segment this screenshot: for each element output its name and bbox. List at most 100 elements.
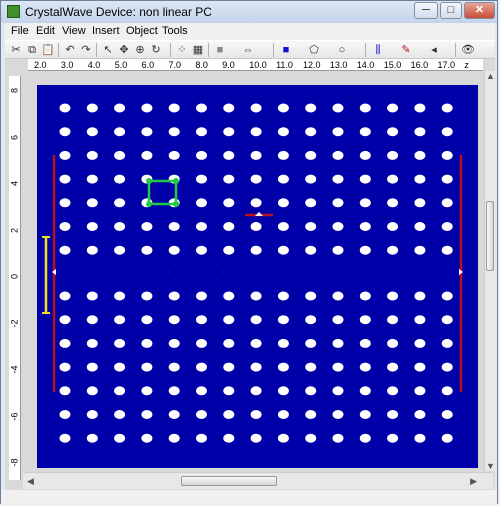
lattice-hole[interactable] [387,222,399,231]
lattice-hole[interactable] [305,338,317,348]
lattice-hole[interactable] [441,127,453,137]
lattice-hole[interactable] [114,103,126,113]
lattice-hole[interactable] [141,433,153,443]
lattice-hole[interactable] [305,222,317,231]
lattice-hole[interactable] [277,174,289,184]
lattice-hole[interactable] [223,150,235,160]
lattice-hole[interactable] [277,386,289,396]
menu-view[interactable]: View [62,25,86,37]
lattice-hole[interactable] [277,291,289,301]
fill-blue-icon[interactable]: ■ [279,43,293,57]
lattice-hole[interactable] [387,362,399,372]
lattice-hole[interactable] [277,150,289,160]
lattice-hole[interactable] [223,315,235,325]
select-icon[interactable]: ↖ [101,43,115,57]
lattice-hole[interactable] [168,222,180,231]
lattice-hole[interactable] [332,222,344,231]
lattice-hole[interactable] [414,198,426,208]
lattice-hole[interactable] [414,245,426,255]
lattice-hole[interactable] [387,245,399,255]
lattice-hole[interactable] [86,174,98,184]
lattice-hole[interactable] [250,433,262,443]
scroll-right-icon[interactable]: ▶ [470,476,477,487]
lattice-hole[interactable] [250,127,262,137]
lattice-hole[interactable] [168,338,180,348]
lattice-hole[interactable] [332,386,344,396]
lattice-hole[interactable] [441,433,453,443]
lattice-hole[interactable] [86,386,98,396]
lattice-hole[interactable] [59,433,71,443]
lattice-hole[interactable] [414,362,426,372]
circle-icon[interactable]: ○ [335,43,349,57]
lattice-hole[interactable] [223,362,235,372]
lattice-hole[interactable] [141,127,153,137]
lattice-hole[interactable] [305,291,317,301]
lattice-hole[interactable] [86,362,98,372]
lattice-hole[interactable] [223,433,235,443]
lattice-hole[interactable] [277,338,289,348]
lattice-hole[interactable] [86,338,98,348]
lattice-hole[interactable] [277,222,289,231]
vertical-scroll-thumb[interactable] [486,201,494,271]
lattice-hole[interactable] [305,362,317,372]
lattice-hole[interactable] [305,315,317,325]
lattice-hole[interactable] [250,198,262,208]
lattice-hole[interactable] [168,410,180,419]
lattice-hole[interactable] [196,198,207,208]
lattice-hole[interactable] [305,433,317,443]
lattice-hole[interactable] [86,198,98,208]
rotate-icon[interactable]: ↻ [149,43,163,57]
lattice-hole[interactable] [414,338,426,348]
lattice-hole[interactable] [250,150,262,160]
lattice-hole[interactable] [332,291,344,301]
lattice-hole[interactable] [332,245,344,255]
lattice-hole[interactable] [359,433,371,443]
lattice-hole[interactable] [277,127,289,137]
selection-handle[interactable] [146,201,152,207]
lattice-hole[interactable] [277,103,289,113]
menu-insert[interactable]: Insert [92,25,120,37]
copy-icon[interactable]: ⧉ [25,43,39,57]
lattice-hole[interactable] [86,315,98,325]
lattice-hole[interactable] [332,174,344,184]
lattice-hole[interactable] [359,222,371,231]
lattice-hole[interactable] [441,315,453,325]
lattice-hole[interactable] [332,198,344,208]
lattice-hole[interactable] [168,103,180,113]
lattice-hole[interactable] [196,315,207,325]
lattice-hole[interactable] [414,291,426,301]
lattice-hole[interactable] [168,315,180,325]
lattice-hole[interactable] [250,174,262,184]
lattice-hole[interactable] [223,291,235,301]
lattice-hole[interactable] [86,245,98,255]
menu-tools[interactable]: Tools [162,25,188,37]
lattice-hole[interactable] [305,386,317,396]
lattice-hole[interactable] [114,338,126,348]
lattice-hole[interactable] [441,150,453,160]
lattice-hole[interactable] [114,315,126,325]
lattice-hole[interactable] [114,245,126,255]
lattice-hole[interactable] [359,386,371,396]
lattice-hole[interactable] [387,103,399,113]
lattice-hole[interactable] [332,103,344,113]
lattice-hole[interactable] [114,198,126,208]
device-canvas[interactable] [37,85,478,468]
lattice-hole[interactable] [59,198,71,208]
lattice-hole[interactable] [59,315,71,325]
lattice-hole[interactable] [196,174,207,184]
lattice-hole[interactable] [196,127,207,137]
lattice-hole[interactable] [141,386,153,396]
lattice-hole[interactable] [168,386,180,396]
lattice-hole[interactable] [223,103,235,113]
paste-icon[interactable]: 📋 [41,43,55,57]
photonic-crystal-layout[interactable] [37,85,478,468]
lattice-hole[interactable] [59,150,71,160]
lattice-hole[interactable] [387,198,399,208]
lattice-hole[interactable] [359,291,371,301]
lattice-hole[interactable] [86,291,98,301]
close-button[interactable]: ✕ [464,2,495,19]
menu-object[interactable]: Object [126,25,158,37]
lattice-hole[interactable] [196,362,207,372]
lattice-hole[interactable] [414,150,426,160]
lattice-hole[interactable] [250,315,262,325]
